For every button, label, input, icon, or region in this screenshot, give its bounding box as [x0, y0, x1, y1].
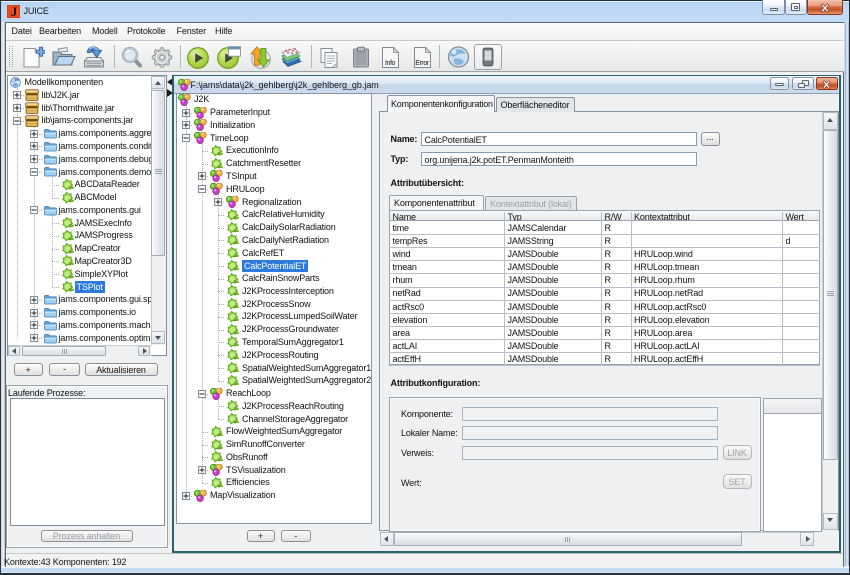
svg-text:Error: Error: [415, 60, 430, 67]
svg-text:J: J: [11, 5, 18, 18]
svg-text:Info: Info: [385, 60, 396, 67]
